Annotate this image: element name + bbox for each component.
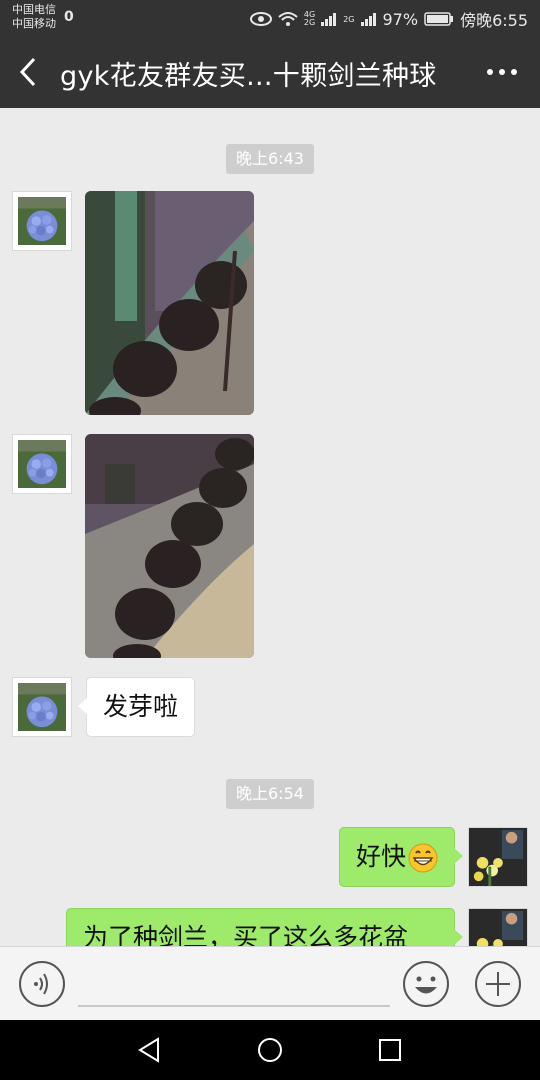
lily-avatar-icon — [469, 909, 527, 946]
hydrangea-avatar-icon — [18, 440, 66, 488]
eye-icon — [249, 12, 272, 26]
message-input[interactable] — [78, 1005, 390, 1007]
nav-back-button[interactable] — [136, 1036, 164, 1064]
carrier-2: 中国移动 — [12, 17, 56, 30]
network-type-2: 2G — [303, 18, 316, 27]
timestamp-chip: 晚上6:43 — [226, 144, 314, 174]
more-dots-icon — [487, 69, 517, 75]
hydrangea-avatar-icon — [18, 197, 66, 245]
message-list[interactable]: 晚上6:43 发芽啦 晚上6:54 好快 为了种剑兰，买了这么多花盆 — [0, 108, 540, 946]
message-text: 好快 — [355, 842, 406, 871]
hd-indicator-text: 0 — [64, 9, 74, 25]
system-nav-bar — [0, 1020, 540, 1080]
circle-home-icon — [258, 1038, 282, 1062]
hydrangea-avatar-icon — [18, 683, 66, 731]
my-avatar[interactable] — [468, 827, 528, 887]
status-bar: 中国电信 中国移动 0 4G 2G 2G 97% 傍晚6:55 — [0, 0, 540, 36]
battery-icon — [424, 12, 454, 26]
my-avatar[interactable] — [468, 908, 528, 946]
chat-photo[interactable] — [85, 191, 254, 415]
outgoing-message-bubble[interactable]: 好快 — [338, 827, 464, 887]
chat-title: gyk花友群友买...十颗剑兰种球 — [60, 61, 437, 92]
wifi-icon — [278, 12, 298, 26]
emoji-icon — [403, 961, 449, 1007]
voice-button[interactable] — [18, 960, 66, 1008]
nav-recent-button[interactable] — [376, 1036, 404, 1064]
lily-avatar-icon — [469, 828, 527, 886]
nav-home-button[interactable] — [256, 1036, 284, 1064]
status-icons: 4G 2G 2G 97% 傍晚6:55 — [249, 7, 528, 31]
hd-indicator: 0 — [64, 9, 74, 25]
network-type: 4G 2G — [304, 11, 315, 27]
grinning-face-icon — [408, 843, 438, 873]
incoming-message-bubble[interactable]: 发芽啦 — [77, 677, 196, 737]
chevron-left-icon — [19, 57, 36, 87]
input-bar — [0, 946, 540, 1020]
photo-flower-pots-2 — [85, 434, 254, 658]
more-functions-button[interactable] — [474, 960, 522, 1008]
battery-percent: 97% — [382, 9, 419, 29]
chat-header: gyk花友群友买...十颗剑兰种球 — [0, 36, 540, 108]
sender-avatar[interactable] — [12, 434, 72, 494]
sender-avatar[interactable] — [12, 677, 72, 737]
more-button[interactable] — [486, 62, 518, 82]
clock: 傍晚6:55 — [460, 11, 528, 30]
sender-avatar[interactable] — [12, 191, 72, 251]
message-text: 为了种剑兰，买了这么多花盆 — [83, 923, 409, 946]
back-button[interactable] — [14, 56, 44, 88]
timestamp-chip: 晚上6:54 — [226, 779, 314, 809]
carrier-info: 中国电信 中国移动 — [12, 3, 56, 31]
triangle-back-icon — [138, 1037, 159, 1063]
signal-icon-1 — [321, 13, 337, 26]
plus-icon — [475, 961, 521, 1007]
network-type-3: 2G — [343, 14, 355, 24]
emoji-button[interactable] — [402, 960, 450, 1008]
signal-icon-2 — [360, 13, 376, 26]
chat-photo[interactable] — [85, 434, 254, 658]
carrier-1: 中国电信 — [12, 3, 56, 16]
square-recent-icon — [379, 1039, 401, 1061]
message-text: 发芽啦 — [103, 692, 179, 721]
photo-flower-pots-1 — [85, 191, 254, 415]
voice-icon — [19, 961, 65, 1007]
outgoing-message-bubble[interactable]: 为了种剑兰，买了这么多花盆 — [66, 908, 463, 946]
